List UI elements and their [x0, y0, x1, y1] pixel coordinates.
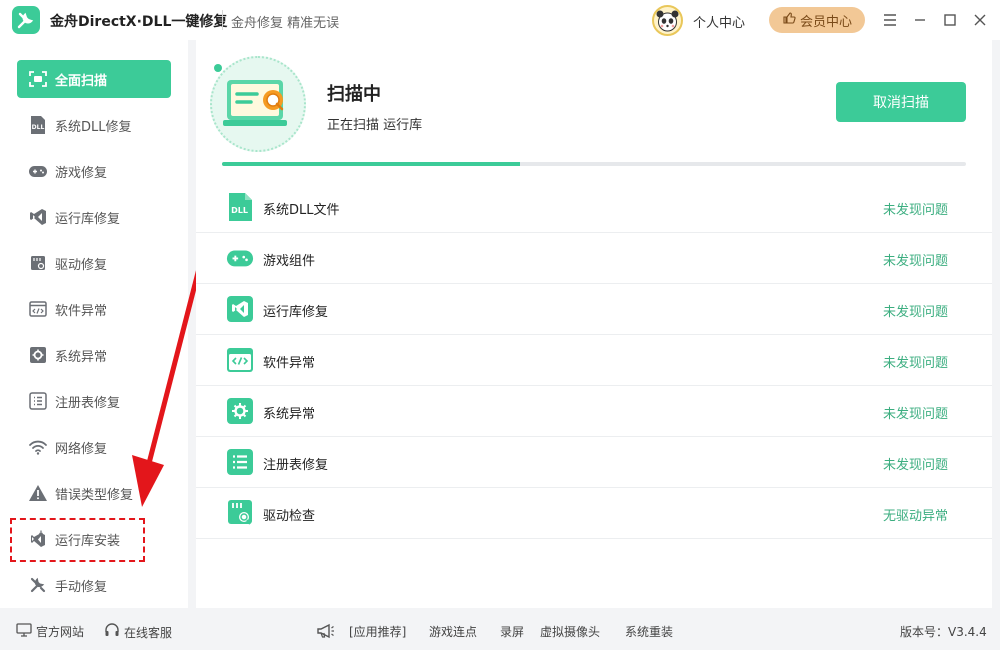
sidebar-item-system-dll[interactable]: DLL 系统DLL修复 [17, 106, 171, 144]
title-bar: 金舟DirectX·DLL一键修复 金舟修复 精准无误 个人中心 会员中心 [0, 0, 1000, 40]
list-icon [27, 390, 49, 412]
minimize-icon[interactable] [908, 8, 932, 32]
scan-illustration [210, 56, 306, 152]
scan-status-subtitle: 正在扫描 运行库 [327, 118, 423, 133]
sidebar-item-driver-repair[interactable]: 驱动修复 [17, 244, 171, 282]
maximize-icon[interactable] [938, 8, 962, 32]
main-panel: 扫描中 正在扫描 运行库 取消扫描 DLL 系统DLL文件 未发现问题 游戏组件… [196, 40, 992, 608]
visual-studio-icon [27, 206, 49, 228]
gear-icon [27, 344, 49, 366]
version-label: 版本号：V3.4.4 [900, 625, 987, 639]
app-slogan: 金舟修复 精准无误 [231, 16, 340, 31]
result-row-system-error: 系统异常 未发现问题 [196, 386, 992, 437]
result-row-driver-check: 驱动检查 无驱动异常 [196, 488, 992, 539]
code-window-icon [226, 345, 254, 375]
sidebar-item-error-type-repair[interactable]: 错误类型修复 [17, 474, 171, 512]
result-row-runtime-repair: 运行库修复 未发现问题 [196, 284, 992, 335]
driver-chip-icon [27, 252, 49, 274]
avatar[interactable] [652, 5, 683, 36]
sidebar-item-runtime-install[interactable]: 运行库安装 [17, 520, 171, 558]
scan-status-title: 扫描中 [327, 84, 381, 105]
result-row-registry-repair: 注册表修复 未发现问题 [196, 437, 992, 488]
svg-text:DLL: DLL [32, 124, 45, 131]
status-badge: 未发现问题 [882, 356, 948, 371]
scan-icon [27, 68, 49, 90]
app-title: 金舟DirectX·DLL一键修复 [50, 14, 228, 30]
svg-text:DLL: DLL [231, 206, 248, 215]
cancel-scan-button[interactable]: 取消扫描 [836, 82, 966, 122]
sidebar-item-network-repair[interactable]: 网络修复 [17, 428, 171, 466]
sidebar-item-game-repair[interactable]: 游戏修复 [17, 152, 171, 190]
personal-center-link[interactable]: 个人中心 [693, 12, 745, 31]
scan-document-icon [223, 80, 287, 126]
dll-icon: DLL [27, 114, 49, 136]
sidebar-item-manual-repair[interactable]: 手动修复 [17, 566, 171, 604]
status-badge: 无驱动异常 [882, 509, 948, 524]
link-system-reinstall[interactable]: 系统重装 [625, 623, 673, 640]
app-recommend-label: [应用推荐] [349, 625, 407, 639]
result-row-game-component: 游戏组件 未发现问题 [196, 233, 992, 284]
sidebar-item-full-scan[interactable]: 全面扫描 [17, 60, 171, 98]
gamepad-icon [27, 160, 49, 182]
status-badge: 未发现问题 [882, 203, 948, 218]
sidebar-item-software-error[interactable]: 软件异常 [17, 290, 171, 328]
gear-icon [226, 396, 254, 426]
scan-results-list: DLL 系统DLL文件 未发现问题 游戏组件 未发现问题 运行库修复 未发现问题… [196, 182, 992, 539]
link-game-clicker[interactable]: 游戏连点 [429, 623, 477, 640]
status-badge: 未发现问题 [882, 407, 948, 422]
result-row-system-dll: DLL 系统DLL文件 未发现问题 [196, 182, 992, 233]
scan-progress-bar [222, 162, 966, 166]
sidebar-item-system-error[interactable]: 系统异常 [17, 336, 171, 374]
vip-center-button[interactable]: 会员中心 [769, 7, 865, 33]
gamepad-icon [226, 243, 254, 273]
link-virtual-camera[interactable]: 虚拟摄像头 [540, 623, 600, 640]
install-runtime-icon [27, 528, 49, 550]
megaphone-icon [316, 623, 336, 639]
code-window-icon [27, 298, 49, 320]
link-screen-record[interactable]: 录屏 [500, 623, 524, 640]
online-service-link[interactable]: 在线客服 [104, 623, 172, 641]
status-badge: 未发现问题 [882, 305, 948, 320]
sidebar-item-runtime-repair[interactable]: 运行库修复 [17, 198, 171, 236]
monitor-icon [16, 623, 32, 640]
footer-bar: 官方网站 在线客服 [应用推荐] 游戏连点 录屏 虚拟摄像头 系统重装 版本号：… [0, 608, 1000, 650]
menu-icon[interactable] [878, 8, 902, 32]
scan-progress-fill [222, 162, 520, 166]
sidebar: 全面扫描 DLL 系统DLL修复 游戏修复 运行库修复 驱动修复 软件异常 系统… [0, 40, 188, 608]
list-icon [226, 447, 254, 477]
result-row-software-error: 软件异常 未发现问题 [196, 335, 992, 386]
wifi-icon [27, 436, 49, 458]
sidebar-item-registry-repair[interactable]: 注册表修复 [17, 382, 171, 420]
decor-dot [214, 64, 222, 72]
dll-file-icon: DLL [226, 192, 254, 222]
official-site-link[interactable]: 官方网站 [16, 623, 84, 640]
app-logo-icon [12, 6, 40, 34]
visual-studio-icon [226, 294, 254, 324]
warning-icon [27, 482, 49, 504]
headset-icon [104, 623, 120, 641]
thumbs-up-icon [782, 11, 796, 29]
wrench-icon [27, 574, 49, 596]
driver-chip-icon [226, 498, 254, 528]
close-icon[interactable] [968, 8, 992, 32]
title-divider [222, 10, 223, 30]
status-badge: 未发现问题 [882, 458, 948, 473]
status-badge: 未发现问题 [882, 254, 948, 269]
vip-center-label: 会员中心 [799, 14, 852, 30]
